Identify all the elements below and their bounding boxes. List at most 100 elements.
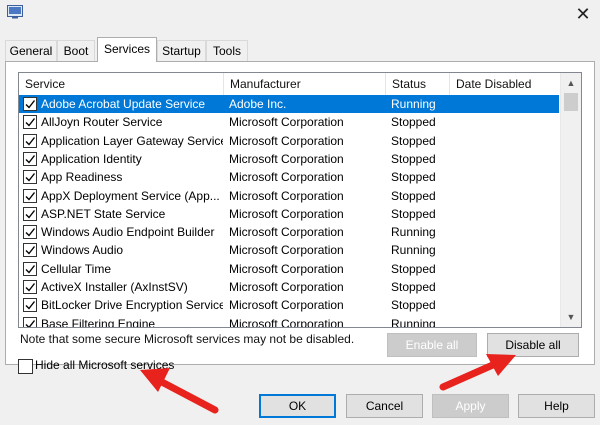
table-row[interactable]: Cellular Time Microsoft Corporation Stoppe… <box>19 260 559 278</box>
secure-services-note: Note that some secure Microsoft services… <box>20 332 355 346</box>
services-list[interactable]: Service Manufacturer Status Date Disable… <box>18 72 582 328</box>
row-status: Stopped <box>391 280 436 294</box>
row-manufacturer: Microsoft Corporation <box>229 316 344 328</box>
row-manufacturer: Microsoft Corporation <box>229 151 344 166</box>
row-status: Running <box>391 316 436 328</box>
help-button[interactable]: Help <box>518 394 595 418</box>
scroll-down-icon[interactable]: ▼ <box>561 307 581 327</box>
column-header-status[interactable]: Status <box>386 73 450 95</box>
ok-button[interactable]: OK <box>259 394 336 418</box>
service-checkbox[interactable] <box>23 316 37 327</box>
row-manufacturer: Microsoft Corporation <box>229 298 344 313</box>
row-service-name: App Readiness <box>41 170 123 185</box>
row-service-name: Base Filtering Engine <box>41 316 156 328</box>
service-checkbox[interactable] <box>23 280 37 294</box>
service-checkbox[interactable] <box>23 133 37 148</box>
service-checkbox[interactable] <box>23 188 37 203</box>
tab-services[interactable]: Services <box>97 37 157 62</box>
row-status: Stopped <box>391 206 436 221</box>
checkmark-icon <box>25 100 36 109</box>
checkmark-icon <box>25 264 36 274</box>
service-checkbox[interactable] <box>23 151 37 166</box>
row-manufacturer: Microsoft Corporation <box>229 280 344 294</box>
row-manufacturer: Microsoft Corporation <box>229 225 344 240</box>
row-status: Running <box>391 225 436 240</box>
hide-microsoft-services-label[interactable]: Hide all Microsoft services <box>35 358 174 372</box>
checkmark-icon <box>25 301 36 310</box>
tab-general[interactable]: General <box>5 40 57 61</box>
row-manufacturer: Microsoft Corporation <box>229 188 344 203</box>
checkmark-icon <box>25 246 36 255</box>
table-row[interactable]: Adobe Acrobat Update Service Adobe Inc. Ru… <box>19 95 559 113</box>
service-checkbox[interactable] <box>23 298 37 313</box>
checkmark-icon <box>25 154 36 164</box>
scroll-thumb[interactable] <box>564 93 578 111</box>
table-row[interactable]: Application Layer Gateway Service Microso… <box>19 132 559 150</box>
scroll-up-icon[interactable]: ▲ <box>561 73 581 93</box>
checkmark-icon <box>25 228 36 237</box>
enable-all-button[interactable]: Enable all <box>387 333 477 357</box>
checkmark-icon <box>25 118 36 127</box>
arrow-to-hide-checkbox <box>140 368 219 414</box>
msconfig-app-icon <box>7 5 23 19</box>
row-service-name: Cellular Time <box>41 261 112 276</box>
service-checkbox[interactable] <box>23 170 37 185</box>
service-checkbox[interactable] <box>23 115 37 130</box>
row-manufacturer: Microsoft Corporation <box>229 206 344 221</box>
list-header: Service Manufacturer Status Date Disable… <box>19 73 561 95</box>
tab-startup[interactable]: Startup <box>157 40 206 61</box>
row-service-name: Adobe Acrobat Update Service <box>41 97 206 111</box>
checkmark-icon <box>25 319 36 327</box>
checkmark-icon <box>25 191 36 201</box>
row-service-name: AllJoyn Router Service <box>41 115 163 130</box>
table-row[interactable]: Base Filtering Engine Microsoft Corporati… <box>19 315 559 328</box>
column-header-service[interactable]: Service <box>19 73 224 95</box>
row-service-name: ASP.NET State Service <box>41 206 166 221</box>
row-manufacturer: Microsoft Corporation <box>229 133 344 148</box>
vertical-scrollbar[interactable]: ▲ ▼ <box>560 73 581 327</box>
apply-button[interactable]: Apply <box>432 394 509 418</box>
row-service-name: Application Layer Gateway Service <box>41 133 223 148</box>
row-service-name: Application Identity <box>41 151 142 166</box>
row-manufacturer: Microsoft Corporation <box>229 243 344 258</box>
table-row[interactable]: Windows Audio Endpoint Builder Microsoft … <box>19 223 559 241</box>
checkmark-icon <box>25 283 36 292</box>
row-manufacturer: Microsoft Corporation <box>229 261 344 276</box>
tab-boot[interactable]: Boot <box>57 40 95 61</box>
row-service-name: ActiveX Installer (AxInstSV) <box>41 280 188 294</box>
disable-all-button[interactable]: Disable all <box>487 333 579 357</box>
row-status: Stopped <box>391 298 436 313</box>
row-status: Stopped <box>391 261 436 276</box>
service-checkbox[interactable] <box>23 225 37 240</box>
column-header-date-disabled[interactable]: Date Disabled <box>450 73 561 95</box>
table-row[interactable]: BitLocker Drive Encryption Service Micros… <box>19 296 559 314</box>
row-status: Stopped <box>391 151 436 166</box>
row-manufacturer: Microsoft Corporation <box>229 115 344 130</box>
cancel-button[interactable]: Cancel <box>346 394 423 418</box>
service-checkbox[interactable] <box>23 97 37 111</box>
row-status: Running <box>391 243 436 258</box>
row-service-name: Windows Audio Endpoint Builder <box>41 225 215 240</box>
checkmark-icon <box>25 136 36 146</box>
row-status: Running <box>391 97 436 111</box>
table-row[interactable]: AllJoyn Router Service Microsoft Corporat… <box>19 113 559 131</box>
close-button[interactable]: ✕ <box>568 2 598 26</box>
table-row[interactable]: Application Identity Microsoft Corporatio… <box>19 150 559 168</box>
table-row[interactable]: ActiveX Installer (AxInstSV) Microsoft Co… <box>19 278 559 296</box>
row-service-name: Windows Audio <box>41 243 124 258</box>
hide-microsoft-services-checkbox[interactable] <box>18 359 33 374</box>
row-manufacturer: Adobe Inc. <box>229 97 287 111</box>
table-row[interactable]: ASP.NET State Service Microsoft Corporati… <box>19 205 559 223</box>
table-row[interactable]: AppX Deployment Service (App... Microsoft… <box>19 187 559 205</box>
column-header-manufacturer[interactable]: Manufacturer <box>224 73 386 95</box>
service-checkbox[interactable] <box>23 261 37 276</box>
row-service-name: AppX Deployment Service (App... <box>41 188 220 203</box>
service-checkbox[interactable] <box>23 243 37 258</box>
row-status: Stopped <box>391 188 436 203</box>
table-row[interactable]: App Readiness Microsoft Corporation Stoppe… <box>19 168 559 186</box>
close-icon: ✕ <box>575 4 591 24</box>
table-row[interactable]: Windows Audio Microsoft Corporation Runnin… <box>19 241 559 259</box>
service-checkbox[interactable] <box>23 206 37 221</box>
row-service-name: BitLocker Drive Encryption Service <box>41 298 223 313</box>
tab-tools[interactable]: Tools <box>206 40 248 61</box>
